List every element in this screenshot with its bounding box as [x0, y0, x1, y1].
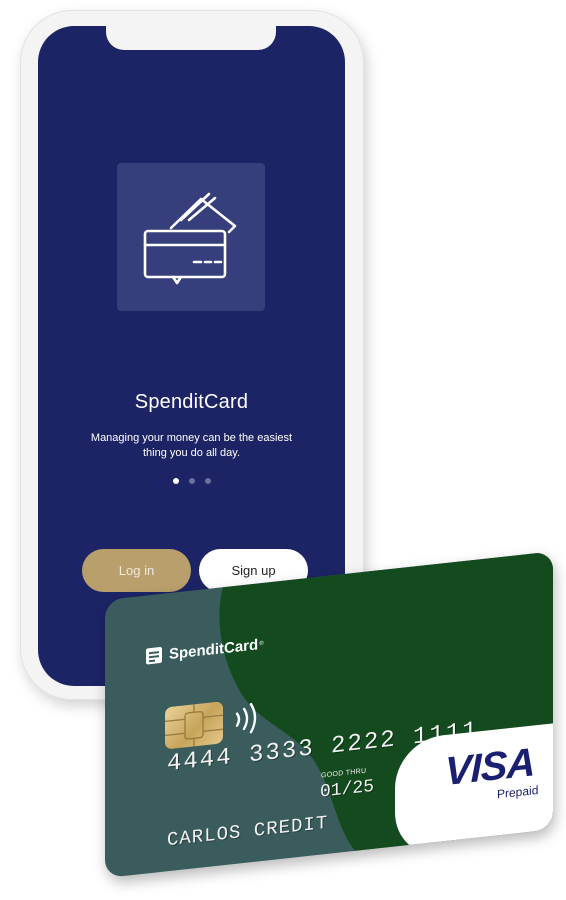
carousel-dot-3[interactable]: [204, 478, 211, 484]
login-button[interactable]: Log in: [82, 549, 191, 592]
app-tagline: Managing your money can be the easiest t…: [90, 432, 293, 459]
card-chip: [165, 701, 223, 750]
carousel-dot-2[interactable]: [188, 478, 195, 484]
phone-notch: [106, 26, 276, 50]
contactless-icon: [235, 702, 257, 734]
spenditcard-logo-icon: [146, 647, 162, 665]
payment-card: SpenditCard ® 4444 3333 2222 1111 GOOD TH…: [105, 551, 553, 878]
credit-cards-icon: [143, 192, 237, 285]
registered-mark: ®: [259, 640, 264, 648]
carousel-dot-1[interactable]: [172, 478, 179, 484]
app-logo-tile: [117, 163, 265, 311]
chip-icon: [165, 704, 223, 747]
carousel-dots: [38, 478, 345, 484]
app-title: SpenditCard: [134, 391, 249, 413]
